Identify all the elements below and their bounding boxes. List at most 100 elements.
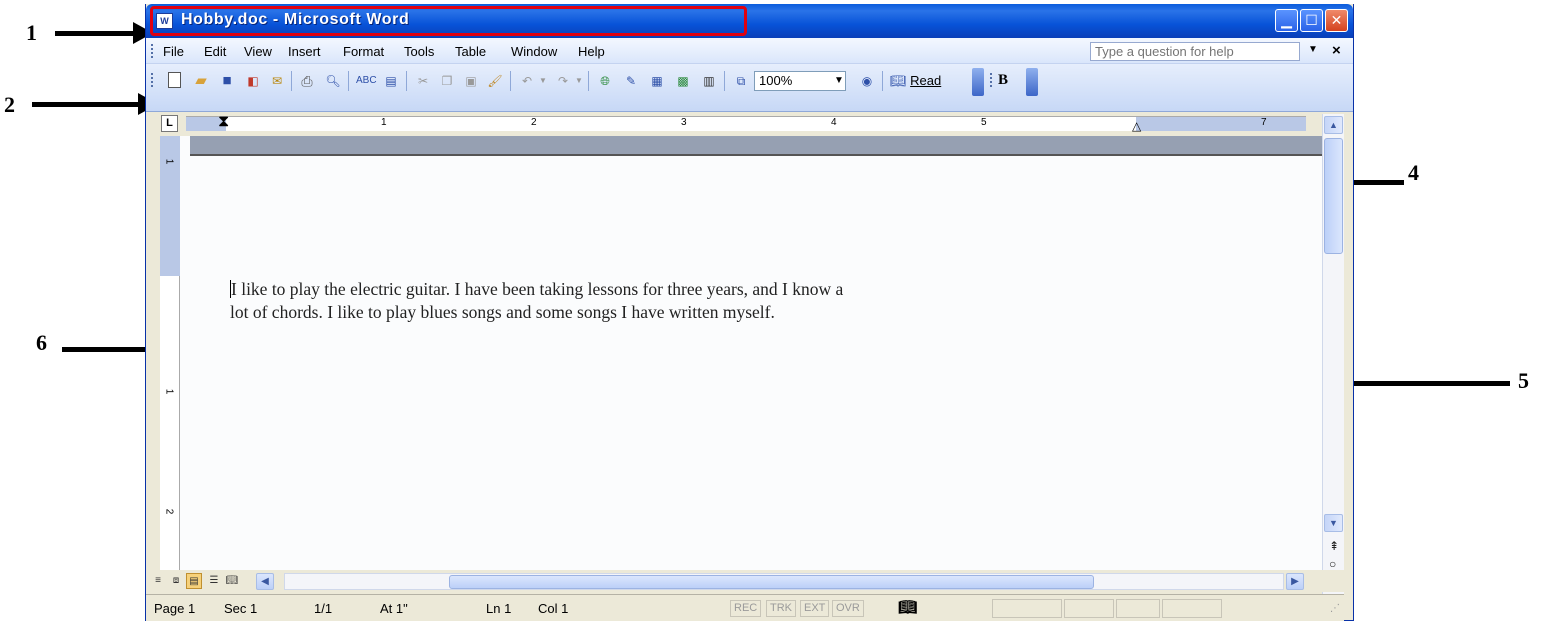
scroll-right-button[interactable]: ▶: [1286, 573, 1304, 590]
tables-borders-icon[interactable]: ✎: [622, 72, 640, 90]
open-icon[interactable]: ▰: [192, 72, 210, 90]
status-ext[interactable]: EXT: [800, 600, 830, 617]
callout-1-arrow: [55, 22, 153, 44]
right-margin: [1136, 117, 1306, 131]
new-document-icon[interactable]: [166, 72, 184, 90]
print-icon[interactable]: ⎙: [298, 72, 316, 90]
status-position: At 1": [380, 601, 408, 616]
insert-spreadsheet-icon[interactable]: ▩: [674, 72, 692, 90]
menu-window[interactable]: Window: [511, 44, 557, 59]
format-painter-icon[interactable]: 🖌︎: [486, 72, 504, 90]
right-indent-icon[interactable]: △: [1132, 119, 1141, 133]
scroll-up-button[interactable]: ▲: [1324, 116, 1343, 134]
status-trk[interactable]: TRK: [766, 600, 796, 617]
status-page: Page 1: [154, 601, 196, 616]
insert-table-icon[interactable]: ▦: [648, 72, 666, 90]
zoom-select[interactable]: 100%: [754, 71, 846, 91]
status-segment: [1116, 599, 1160, 618]
ruler-number: 5: [981, 117, 987, 128]
horizontal-scroll-row: ≡ ⧈ ▤ ☰ 📖︎ ◀ ▶: [146, 570, 1344, 592]
horizontal-ruler[interactable]: 1 2 3 4 5 7 ⧗ △: [186, 113, 1306, 133]
formatting-grip-icon[interactable]: [990, 73, 993, 87]
hyperlink-icon[interactable]: 🌐︎: [596, 72, 614, 90]
menu-edit[interactable]: Edit: [204, 44, 226, 59]
help-icon[interactable]: ◉: [858, 72, 876, 90]
status-line: Ln 1: [486, 601, 512, 616]
status-segment: [1064, 599, 1114, 618]
undo-icon[interactable]: ↶: [518, 72, 536, 90]
toolbar-options-icon[interactable]: [972, 68, 984, 96]
previous-page-icon[interactable]: ⇞: [1329, 539, 1339, 553]
normal-view-icon[interactable]: ≡: [150, 573, 166, 589]
minimize-icon: ▁: [1281, 12, 1292, 28]
standard-toolbar: ▰ ■ ◧ ✉ ⎙ 🔍︎ ABC ▤ ✂ ❐ ▣ 🖌︎ ↶ ▼ ↷ ▼ 🌐︎ ✎…: [146, 64, 1353, 112]
tab-selector[interactable]: L: [161, 115, 178, 132]
document-map-icon[interactable]: ⧉: [732, 72, 750, 90]
redo-icon[interactable]: ↷: [554, 72, 572, 90]
scroll-left-button[interactable]: ◀: [256, 573, 274, 590]
browse-object-icon[interactable]: ○: [1329, 557, 1336, 571]
close-icon: ✕: [1330, 12, 1343, 28]
title-bar[interactable]: W Hobby.doc - Microsoft Word ▁ ☐ ✕: [146, 4, 1353, 38]
zoom-dropdown-icon[interactable]: ▼: [834, 75, 844, 86]
status-segment: [992, 599, 1062, 618]
copy-icon[interactable]: ❐: [438, 72, 456, 90]
scroll-down-button[interactable]: ▼: [1324, 514, 1343, 532]
read-button[interactable]: 📖︎ Read: [890, 73, 941, 89]
menu-view[interactable]: View: [244, 44, 272, 59]
toolbar-grip-icon[interactable]: [151, 73, 154, 87]
document-area[interactable]: 1 1 2 I like to play the electric guitar…: [160, 136, 1322, 570]
save-icon[interactable]: ■: [218, 72, 236, 90]
formatting-options-icon[interactable]: [1026, 68, 1038, 96]
status-ovr[interactable]: OVR: [832, 600, 864, 617]
close-document-icon[interactable]: ×: [1332, 42, 1341, 59]
page-top-gap: [190, 136, 1322, 156]
resize-grip-icon[interactable]: ⋰: [1330, 603, 1340, 614]
horizontal-scrollbar[interactable]: [284, 573, 1284, 590]
menu-table[interactable]: Table: [455, 44, 486, 59]
spelling-status-icon[interactable]: 📖︎: [898, 598, 917, 616]
email-icon[interactable]: ✉: [268, 72, 286, 90]
permission-icon[interactable]: ◧: [244, 72, 262, 90]
columns-icon[interactable]: ▥: [700, 72, 718, 90]
zoom-value: 100%: [759, 73, 793, 88]
indent-marker-icon[interactable]: ⧗: [218, 113, 229, 131]
menu-format[interactable]: Format: [343, 44, 384, 59]
callout-2-arrow: [32, 93, 158, 115]
close-button[interactable]: ✕: [1325, 9, 1348, 32]
redo-dropdown-icon[interactable]: ▼: [574, 72, 584, 90]
vertical-scrollbar[interactable]: ▲ ▼ ⇞ ○ ⇟: [1322, 114, 1344, 599]
help-search-input[interactable]: [1090, 42, 1300, 61]
paste-icon[interactable]: ▣: [462, 72, 480, 90]
print-layout-icon[interactable]: ▤: [186, 573, 202, 589]
minimize-button[interactable]: ▁: [1275, 9, 1298, 32]
vertical-scroll-thumb[interactable]: [1324, 138, 1343, 254]
reading-layout-icon[interactable]: 📖︎: [224, 573, 240, 589]
menu-grip-icon[interactable]: [151, 44, 154, 58]
web-layout-icon[interactable]: ⧈: [168, 573, 184, 589]
undo-dropdown-icon[interactable]: ▼: [538, 72, 548, 90]
document-text[interactable]: I like to play the electric guitar. I ha…: [230, 278, 1130, 324]
spelling-icon[interactable]: ABC: [356, 72, 377, 90]
bold-button[interactable]: B: [998, 72, 1008, 89]
maximize-icon: ☐: [1305, 12, 1318, 28]
title-highlight-box: [150, 6, 747, 36]
toolbar-separator: [348, 71, 349, 91]
toolbar-separator: [406, 71, 407, 91]
screenshot-stage: 1 2 3 4 5 6 W Hobby.doc - Microsoft Word…: [0, 0, 1551, 621]
outline-view-icon[interactable]: ☰: [206, 573, 222, 589]
menu-tools[interactable]: Tools: [404, 44, 434, 59]
menu-insert[interactable]: Insert: [288, 44, 321, 59]
status-rec[interactable]: REC: [730, 600, 762, 617]
vertical-ruler[interactable]: 1 1 2: [160, 136, 180, 570]
horizontal-scroll-thumb[interactable]: [449, 575, 1094, 589]
callout-2: 2: [4, 92, 15, 117]
help-dropdown-icon[interactable]: ▼: [1308, 44, 1318, 55]
cut-icon[interactable]: ✂: [414, 72, 432, 90]
menu-file[interactable]: File: [163, 44, 184, 59]
menu-help[interactable]: Help: [578, 44, 605, 59]
ruler-number: 2: [531, 117, 537, 128]
print-preview-icon[interactable]: 🔍︎: [324, 72, 342, 90]
maximize-button[interactable]: ☐: [1300, 9, 1323, 32]
research-icon[interactable]: ▤: [382, 72, 400, 90]
